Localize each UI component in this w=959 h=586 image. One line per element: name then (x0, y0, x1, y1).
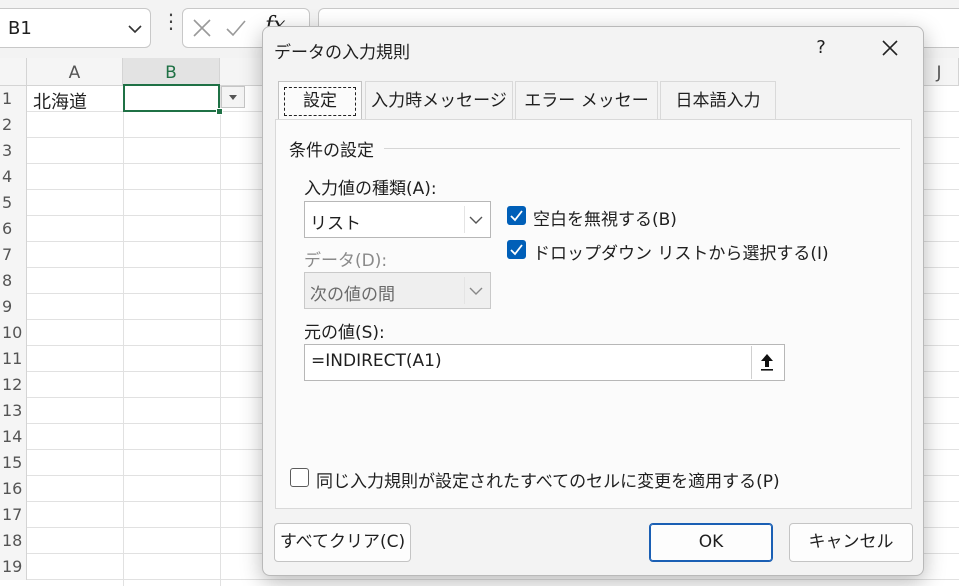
checkmark-icon (510, 244, 523, 256)
row-header[interactable]: 2 (0, 112, 27, 138)
row-header[interactable]: 16 (0, 476, 27, 502)
apply-all-label[interactable]: 同じ入力規則が設定されたすべてのセルに変更を適用する(P) (316, 467, 780, 492)
row-header[interactable]: 18 (0, 528, 27, 554)
source-input[interactable]: =INDIRECT(A1) (304, 344, 785, 381)
row-header[interactable]: 8 (0, 268, 27, 294)
gridline (27, 579, 959, 580)
section-title: 条件の設定 (289, 141, 374, 161)
column-header-j[interactable]: J (920, 58, 959, 86)
close-button[interactable] (867, 33, 913, 63)
allow-select[interactable]: リスト (304, 201, 491, 238)
row-header[interactable]: 9 (0, 294, 27, 320)
gridline (123, 86, 124, 586)
ignore-blank-checkbox[interactable] (507, 206, 526, 225)
row-header[interactable]: 1 (0, 86, 27, 112)
cell-a1[interactable]: 北海道 (33, 88, 87, 114)
name-box-value: B1 (8, 18, 32, 39)
data-select: 次の値の間 (304, 272, 491, 309)
column-header-b[interactable]: B (123, 58, 220, 86)
row-header[interactable]: 19 (0, 554, 27, 580)
clear-all-button[interactable]: すべてクリア(C) (274, 523, 411, 562)
gridline (220, 86, 221, 586)
close-icon (882, 40, 898, 56)
chevron-down-icon (469, 216, 483, 224)
row-header[interactable]: 11 (0, 346, 27, 372)
row-header[interactable]: 13 (0, 398, 27, 424)
source-value: =INDIRECT(A1) (311, 351, 442, 371)
cell-b1-selected[interactable] (123, 84, 223, 115)
ok-button[interactable]: OK (649, 523, 773, 562)
apply-all-checkbox[interactable] (290, 468, 309, 487)
row-header[interactable]: 17 (0, 502, 27, 528)
tab-ime-mode[interactable]: 日本語入力 (660, 81, 776, 119)
source-label: 元の値(S): (304, 323, 385, 343)
row-header[interactable]: 3 (0, 138, 27, 164)
checkmark-icon (510, 210, 523, 222)
fill-handle[interactable] (216, 108, 223, 115)
row-header[interactable]: 4 (0, 164, 27, 190)
row-header[interactable]: 10 (0, 320, 27, 346)
divider (384, 148, 900, 149)
cancel-icon[interactable] (191, 17, 213, 39)
cell-dropdown-button[interactable] (221, 86, 245, 108)
chevron-down-icon (128, 25, 142, 34)
caret-down-icon (229, 95, 237, 100)
tab-label: 入力時メッセージ (371, 91, 507, 111)
data-validation-dialog: データの入力規則 ? 設定 入力時メッセージ エラー メッセージ 日本語入力 条… (262, 26, 924, 576)
row-header[interactable]: 7 (0, 242, 27, 268)
check-icon[interactable] (225, 17, 247, 39)
row-header[interactable]: 5 (0, 190, 27, 216)
name-box[interactable]: B1 (0, 8, 151, 48)
tab-label: 日本語入力 (675, 91, 761, 111)
data-value: 次の値の間 (310, 285, 395, 305)
collapse-dialog-button[interactable] (751, 346, 783, 379)
help-button[interactable]: ? (801, 33, 841, 63)
tab-settings[interactable]: 設定 (278, 81, 362, 119)
cancel-button[interactable]: キャンセル (789, 523, 913, 562)
allow-value: リスト (310, 214, 361, 234)
more-options-icon[interactable]: ⋮ (161, 11, 181, 40)
chevron-down-icon (469, 287, 483, 295)
allow-label: 入力値の種類(A): (304, 179, 437, 199)
column-header-a[interactable]: A (27, 58, 123, 86)
select-all-corner[interactable] (0, 58, 27, 86)
row-header[interactable]: 14 (0, 424, 27, 450)
in-cell-dropdown-checkbox[interactable] (507, 240, 526, 259)
in-cell-dropdown-label[interactable]: ドロップダウン リストから選択する(I) (533, 239, 829, 264)
tab-input-message[interactable]: 入力時メッセージ (365, 81, 513, 119)
settings-panel: 条件の設定 入力値の種類(A): リスト 空白を無視する(B) ドロップダウン … (275, 119, 912, 509)
tab-error-alert[interactable]: エラー メッセージ (515, 81, 658, 149)
row-header[interactable]: 6 (0, 216, 27, 242)
data-label: データ(D): (304, 251, 388, 271)
row-header[interactable]: 12 (0, 372, 27, 398)
dialog-title: データの入力規則 (274, 43, 410, 63)
row-header[interactable]: 15 (0, 450, 27, 476)
collapse-arrow-icon (761, 354, 773, 371)
ignore-blank-label[interactable]: 空白を無視する(B) (533, 205, 677, 230)
